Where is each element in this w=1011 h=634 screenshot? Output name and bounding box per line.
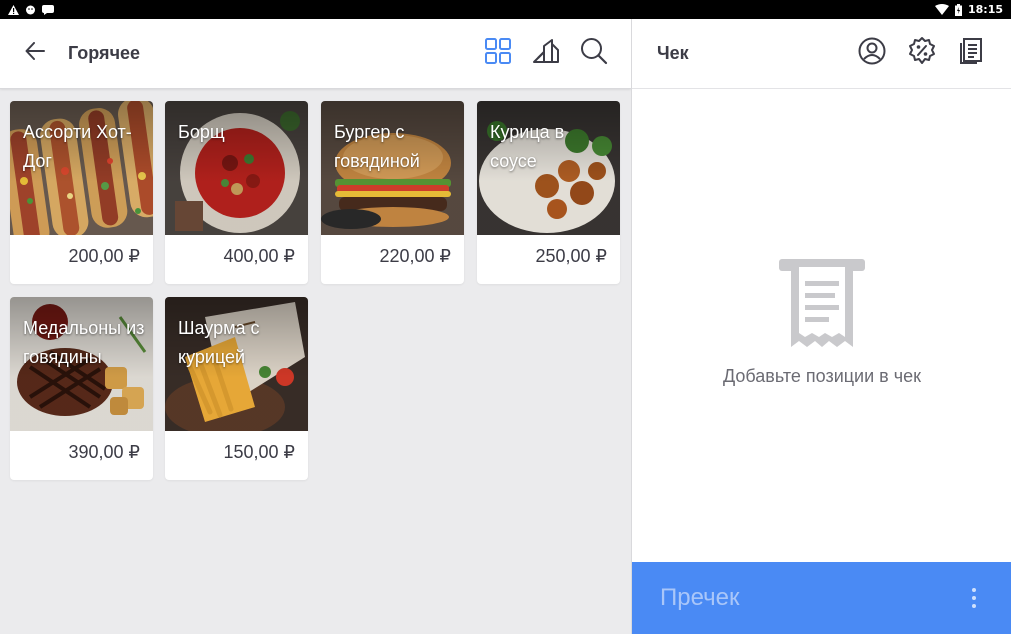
receipt-panel: Чек Добавьте позиции в чек Пречек xyxy=(631,19,1011,634)
status-bar: 18:15 xyxy=(0,0,1011,19)
receipt-list-icon xyxy=(959,37,985,70)
customer-button[interactable] xyxy=(857,37,887,70)
product-price: 400,00 ₽ xyxy=(223,246,295,266)
message-icon xyxy=(42,4,54,15)
product-card[interactable]: Шаурма с курицей 150,00 ₽ xyxy=(165,297,308,480)
receipt-icon xyxy=(779,259,865,354)
search-button[interactable] xyxy=(579,37,609,70)
product-name: Курица в соусе xyxy=(490,122,565,171)
product-card[interactable]: Медальоны из говядины 390,00 ₽ xyxy=(10,297,153,480)
more-vertical-icon[interactable] xyxy=(964,583,984,613)
product-card[interactable]: Курица в соусе 250,00 ₽ xyxy=(477,101,620,284)
discount-badge-icon xyxy=(907,36,937,71)
product-image-borscht: Борщ xyxy=(165,101,308,235)
empty-receipt-state: Добавьте позиции в чек xyxy=(632,259,1011,387)
catalog-header: Горячее xyxy=(0,19,631,89)
category-title: Горячее xyxy=(68,43,141,63)
product-name: Бургер с говядиной xyxy=(334,122,420,171)
product-card[interactable]: Ассорти Хот-Дог 200,00 ₽ xyxy=(10,101,153,284)
receipt-header: Чек xyxy=(632,19,1011,89)
product-name: Борщ xyxy=(178,122,225,142)
product-price: 220,00 ₽ xyxy=(379,246,451,266)
back-button[interactable] xyxy=(22,41,48,67)
precheck-button[interactable]: Пречек xyxy=(632,562,1011,634)
discount-button[interactable] xyxy=(907,36,937,71)
product-image-chicken: Курица в соусе xyxy=(477,101,620,235)
wifi-icon xyxy=(934,4,949,15)
product-image-steak: Медальоны из говядины xyxy=(10,297,153,431)
category-shapes-icon xyxy=(532,38,560,69)
user-circle-icon xyxy=(858,37,886,70)
product-image-burger: Бургер с говядиной xyxy=(321,101,464,235)
precheck-label: Пречек xyxy=(660,584,740,611)
grid-view-icon xyxy=(485,38,511,69)
product-price: 250,00 ₽ xyxy=(535,246,607,266)
receipts-list-button[interactable] xyxy=(957,37,987,70)
receipt-title: Чек xyxy=(657,43,689,63)
empty-receipt-text: Добавьте позиции в чек xyxy=(722,366,921,386)
product-price: 150,00 ₽ xyxy=(223,442,295,462)
categories-button[interactable] xyxy=(531,39,561,69)
product-card[interactable]: Борщ 400,00 ₽ xyxy=(165,101,308,284)
product-name: Медальоны из говядины xyxy=(23,318,145,367)
warning-icon xyxy=(8,4,19,15)
search-icon xyxy=(580,37,608,70)
product-catalog-panel: Горячее Ассорти Хот-Дог 200,00 ₽ Борщ 40… xyxy=(0,19,631,634)
battery-icon xyxy=(954,3,962,16)
product-price: 390,00 ₽ xyxy=(68,442,140,462)
product-card[interactable]: Бургер с говядиной 220,00 ₽ xyxy=(321,101,464,284)
product-name: Шаурма с курицей xyxy=(178,318,260,367)
arrow-left-icon xyxy=(25,42,45,65)
product-name: Ассорти Хот-Дог xyxy=(23,122,132,171)
android-debug-icon xyxy=(25,4,36,15)
product-image-hotdog: Ассорти Хот-Дог xyxy=(10,101,153,235)
grid-view-button[interactable] xyxy=(483,38,513,69)
clock: 18:15 xyxy=(967,3,1003,16)
product-price: 200,00 ₽ xyxy=(68,246,140,266)
product-image-shawarma: Шаурма с курицей xyxy=(165,297,308,431)
